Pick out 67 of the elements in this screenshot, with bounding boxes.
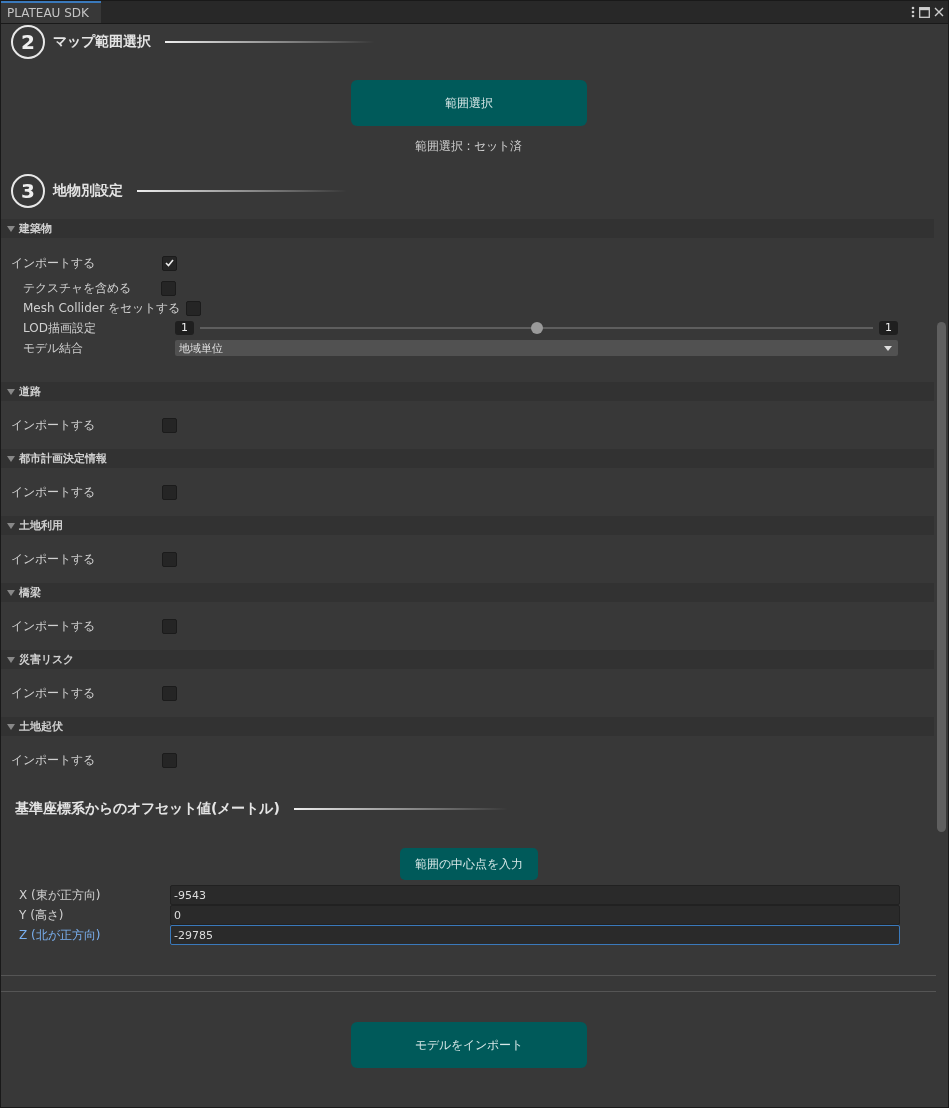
number-field[interactable]: 0 xyxy=(170,905,900,925)
number-field[interactable]: -29785 xyxy=(170,925,900,945)
category-title: 土地起伏 xyxy=(19,719,63,734)
dropdown[interactable]: 地域単位 xyxy=(175,340,898,356)
option-label: Mesh Collider をセットする xyxy=(23,299,181,317)
foldout-arrow-icon xyxy=(7,454,15,463)
category-header[interactable]: 土地起伏 xyxy=(1,717,934,736)
category-header[interactable]: 建築物 xyxy=(1,219,934,238)
category-title: 橋梁 xyxy=(19,585,41,600)
checkbox[interactable] xyxy=(162,618,177,634)
option-label: モデル結合 xyxy=(23,339,84,357)
import-label: インポートする xyxy=(11,684,96,702)
category-header[interactable]: 土地利用 xyxy=(1,516,934,535)
category-title: 道路 xyxy=(19,384,41,399)
checkbox[interactable] xyxy=(162,685,177,701)
category-title: 都市計画決定情報 xyxy=(19,451,107,466)
category-header[interactable]: 橋梁 xyxy=(1,583,934,602)
import-model-button[interactable]: モデルをインポート xyxy=(350,1022,587,1068)
checkbox[interactable] xyxy=(161,280,176,296)
option-label: LOD描画設定 xyxy=(23,319,97,337)
category-header[interactable]: 道路 xyxy=(1,382,934,401)
close-icon[interactable] xyxy=(934,7,944,17)
option-label: テクスチャを含める xyxy=(23,279,132,297)
import-label: インポートする xyxy=(11,751,96,769)
step-number: 3 xyxy=(11,174,45,208)
step-number: 2 xyxy=(11,25,45,59)
checkbox[interactable] xyxy=(185,300,201,316)
category-title: 土地利用 xyxy=(19,518,63,533)
window-tab[interactable]: PLATEAU SDK xyxy=(1,1,101,23)
category-header[interactable]: 災害リスク xyxy=(1,650,934,669)
foldout-arrow-icon xyxy=(7,722,15,731)
field-label: Y (高さ) xyxy=(19,906,65,924)
checkbox[interactable] xyxy=(162,255,177,271)
foldout-arrow-icon xyxy=(7,588,15,597)
import-label: インポートする xyxy=(11,483,96,501)
checkmark-icon xyxy=(165,259,174,267)
category-title: 災害リスク xyxy=(19,652,74,667)
more-icon[interactable] xyxy=(911,6,915,18)
maximize-icon[interactable] xyxy=(919,6,930,18)
import-label: インポートする xyxy=(11,416,96,434)
checkbox[interactable] xyxy=(162,417,177,433)
step-title: 地物別設定 xyxy=(53,182,123,200)
number-field[interactable]: -9543 xyxy=(170,885,900,905)
status-text: 範囲選択 : セット済 xyxy=(414,138,523,155)
slider-thumb[interactable] xyxy=(530,322,543,334)
step-title: マップ範囲選択 xyxy=(53,33,151,51)
foldout-arrow-icon xyxy=(7,224,15,233)
foldout-arrow-icon xyxy=(7,387,15,396)
import-label: インポートする xyxy=(11,617,96,635)
foldout-arrow-icon xyxy=(7,655,15,664)
import-label: インポートする xyxy=(11,550,96,568)
slider-max: 1 xyxy=(879,321,898,335)
checkbox[interactable] xyxy=(162,752,177,768)
field-label: X (東が正方向) xyxy=(19,886,102,904)
category-title: 建築物 xyxy=(19,221,52,236)
foldout-arrow-icon xyxy=(7,521,15,530)
field-label: Z (北が正方向) xyxy=(19,926,102,944)
slider-min: 1 xyxy=(175,321,194,335)
scrollbar-thumb[interactable] xyxy=(937,322,946,832)
dropdown-arrow-icon xyxy=(884,345,892,351)
category-header[interactable]: 都市計画決定情報 xyxy=(1,449,934,468)
center-point-button[interactable]: 範囲の中心点を入力 xyxy=(399,848,538,880)
checkbox[interactable] xyxy=(162,484,177,500)
area-select-button[interactable]: 範囲選択 xyxy=(350,80,587,126)
checkbox[interactable] xyxy=(162,551,177,567)
section-title: 基準座標系からのオフセット値(メートル) xyxy=(15,800,280,818)
import-label: インポートする xyxy=(11,254,96,272)
